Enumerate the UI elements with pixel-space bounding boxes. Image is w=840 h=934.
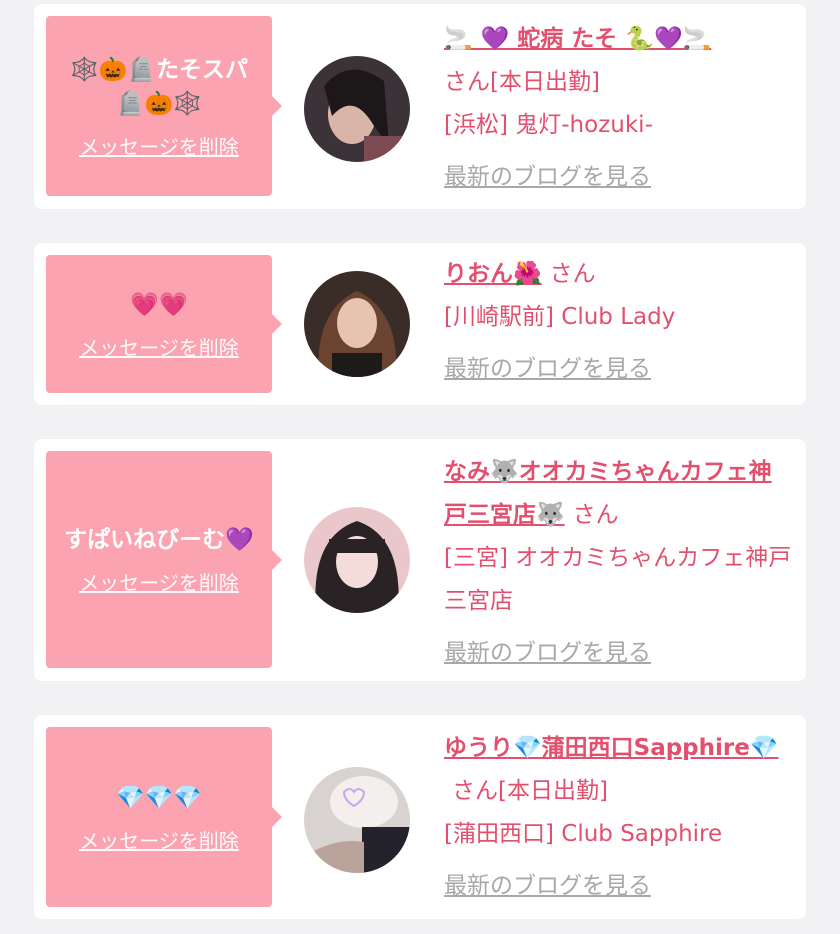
avatar[interactable]	[304, 56, 410, 162]
profile-name-link[interactable]: りおん🌺	[444, 261, 542, 287]
latest-blog-link[interactable]: 最新のブログを見る	[444, 633, 651, 667]
latest-blog-link[interactable]: 最新のブログを見る	[444, 349, 651, 383]
message-bubble: 🕸️🎃🪦たそスパ🪦🎃🕸️ メッセージを削除	[46, 16, 282, 196]
message-text: 🕸️🎃🪦たそスパ🪦🎃🕸️	[70, 56, 248, 117]
delete-message-link[interactable]: メッセージを削除	[79, 567, 239, 596]
message-bubble: 💎💎💎 メッセージを削除	[46, 727, 282, 907]
message-card: 🕸️🎃🪦たそスパ🪦🎃🕸️ メッセージを削除 🚬 💜 蛇病 たそ 🐍💜🚬 さん[本…	[34, 4, 806, 209]
profile-info: ゆうり💎蒲田西口Sapphire💎 さん[本日出勤] [蒲田西口] Club Sa…	[444, 727, 794, 900]
san-label: さん	[572, 502, 619, 528]
san-label: さん	[444, 69, 490, 95]
avatar[interactable]	[304, 271, 410, 377]
message-text: すぱいねびーむ💜	[64, 527, 254, 553]
san-label: さん	[452, 778, 498, 804]
message-bubble: すぱいねびーむ💜 メッセージを削除	[46, 451, 282, 668]
message-text: 💗💗	[130, 291, 188, 318]
profile-info: 🚬 💜 蛇病 たそ 🐍💜🚬 さん[本日出勤] [浜松] 鬼灯-hozuki- 最…	[444, 18, 794, 191]
message-text: 💎💎💎	[116, 784, 202, 811]
profile-info: なみ🐺オオカミちゃんカフェ神戸三宮店🐺 さん [三宮] オオカミちゃんカフェ神戸三…	[444, 451, 794, 667]
status-text: [本日出勤]	[498, 778, 608, 804]
shop-text: [川崎駅前] Club Lady	[444, 304, 676, 330]
latest-blog-link[interactable]: 最新のブログを見る	[444, 866, 651, 900]
shop-text: [蒲田西口] Club Sapphire	[444, 821, 723, 847]
status-text: [本日出勤]	[490, 69, 600, 95]
san-label: さん	[549, 261, 596, 287]
delete-message-link[interactable]: メッセージを削除	[79, 825, 239, 854]
delete-message-link[interactable]: メッセージを削除	[79, 332, 239, 361]
delete-message-link[interactable]: メッセージを削除	[79, 131, 239, 160]
shop-text: [浜松] 鬼灯-hozuki-	[444, 112, 653, 138]
profile-name-link[interactable]: ゆうり💎蒲田西口Sapphire💎	[444, 735, 779, 761]
avatar[interactable]	[304, 507, 410, 613]
message-card: すぱいねびーむ💜 メッセージを削除 なみ🐺オオカミちゃんカフェ神戸三宮店🐺 さん …	[34, 439, 806, 681]
profile-info: りおん🌺 さん [川崎駅前] Club Lady 最新のブログを見る	[444, 253, 794, 383]
latest-blog-link[interactable]: 最新のブログを見る	[444, 157, 651, 191]
profile-name-link[interactable]: 🚬 💜 蛇病 たそ 🐍💜🚬	[444, 26, 711, 52]
shop-text: [三宮] オオカミちゃんカフェ神戸三宮店	[444, 545, 792, 614]
message-bubble: 💗💗 メッセージを削除	[46, 255, 282, 393]
message-card: 💗💗 メッセージを削除 りおん🌺 さん [川崎駅前] Club Lady 最新のブ…	[34, 243, 806, 405]
avatar[interactable]	[304, 767, 410, 873]
message-card: 💎💎💎 メッセージを削除 ゆうり💎蒲田西口Sapphire💎 さん[本日出勤] […	[34, 715, 806, 919]
